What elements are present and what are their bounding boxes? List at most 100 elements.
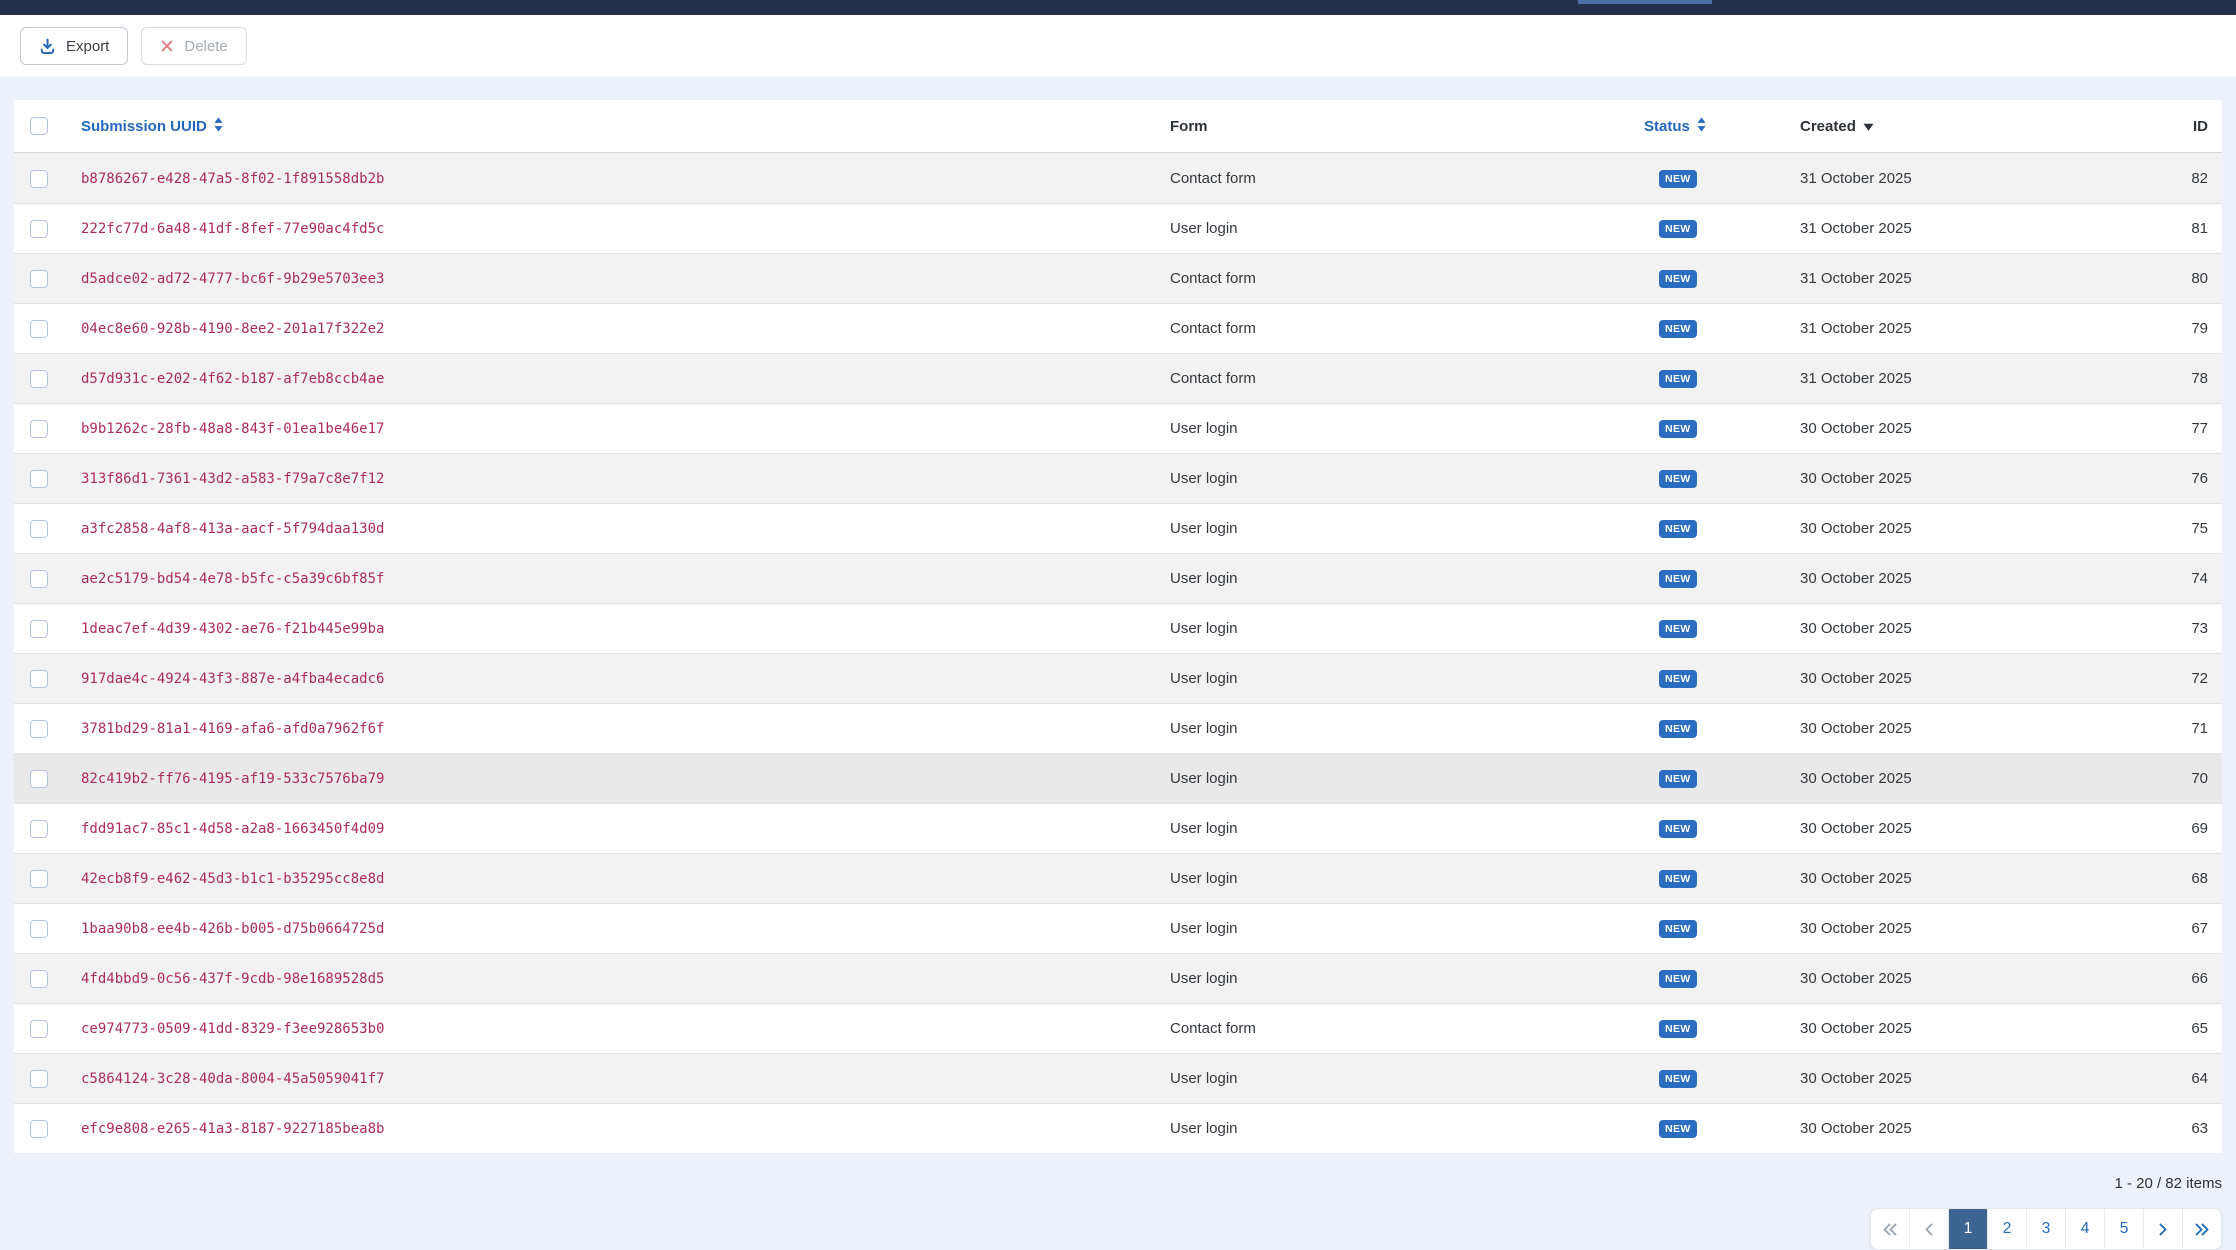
created-date: 30 October 2025 <box>1800 470 2080 487</box>
status-badge: NEW <box>1659 370 1697 388</box>
table-row[interactable]: 4fd4bbd9-0c56-437f-9cdb-98e1689528d5 Use… <box>14 953 2222 1003</box>
submission-id: 74 <box>2080 570 2222 587</box>
submission-uuid-link[interactable]: 04ec8e60-928b-4190-8ee2-201a17f322e2 <box>81 321 384 337</box>
sort-by-uuid-link[interactable]: Submission UUID <box>81 117 224 136</box>
row-uuid-cell: d57d931c-e202-4f62-b187-af7eb8ccb4ae <box>81 370 1170 387</box>
row-checkbox[interactable] <box>30 570 48 588</box>
table-row[interactable]: efc9e808-e265-41a3-8187-9227185bea8b Use… <box>14 1103 2222 1153</box>
table-row[interactable]: 917dae4c-4924-43f3-887e-a4fba4ecadc6 Use… <box>14 653 2222 703</box>
submission-uuid-link[interactable]: 917dae4c-4924-43f3-887e-a4fba4ecadc6 <box>81 671 384 687</box>
export-button[interactable]: Export <box>20 27 128 65</box>
submission-uuid-link[interactable]: 222fc77d-6a48-41df-8fef-77e90ac4fd5c <box>81 221 384 237</box>
row-status-cell: NEW <box>1644 169 1800 188</box>
table-row[interactable]: 04ec8e60-928b-4190-8ee2-201a17f322e2 Con… <box>14 303 2222 353</box>
submission-uuid-link[interactable]: efc9e808-e265-41a3-8187-9227185bea8b <box>81 1121 384 1137</box>
status-badge: NEW <box>1659 170 1697 188</box>
row-checkbox[interactable] <box>30 1120 48 1138</box>
row-checkbox[interactable] <box>30 670 48 688</box>
table-row[interactable]: d57d931c-e202-4f62-b187-af7eb8ccb4ae Con… <box>14 353 2222 403</box>
table-row[interactable]: b8786267-e428-47a5-8f02-1f891558db2b Con… <box>14 153 2222 203</box>
submission-uuid-link[interactable]: c5864124-3c28-40da-8004-45a5059041f7 <box>81 1071 384 1087</box>
submission-uuid-link[interactable]: ae2c5179-bd54-4e78-b5fc-c5a39c6bf85f <box>81 571 384 587</box>
created-date: 30 October 2025 <box>1800 570 2080 587</box>
page-button-3[interactable]: 3 <box>2026 1209 2065 1249</box>
next-page-button[interactable] <box>2143 1209 2182 1249</box>
table-row[interactable]: 222fc77d-6a48-41df-8fef-77e90ac4fd5c Use… <box>14 203 2222 253</box>
table-row[interactable]: 82c419b2-ff76-4195-af19-533c7576ba79 Use… <box>14 753 2222 803</box>
row-checkbox[interactable] <box>30 620 48 638</box>
row-checkbox[interactable] <box>30 220 48 238</box>
row-checkbox[interactable] <box>30 1070 48 1088</box>
row-checkbox[interactable] <box>30 420 48 438</box>
row-checkbox[interactable] <box>30 870 48 888</box>
row-checkbox[interactable] <box>30 920 48 938</box>
row-checkbox[interactable] <box>30 520 48 538</box>
select-all-checkbox[interactable] <box>30 117 48 135</box>
table-header-row: Submission UUID Form Status <box>14 100 2222 153</box>
row-status-cell: NEW <box>1644 819 1800 838</box>
page-button-5[interactable]: 5 <box>2104 1209 2143 1249</box>
submission-uuid-link[interactable]: 3781bd29-81a1-4169-afa6-afd0a7962f6f <box>81 721 384 737</box>
submission-uuid-link[interactable]: d57d931c-e202-4f62-b187-af7eb8ccb4ae <box>81 371 384 387</box>
submission-uuid-link[interactable]: 82c419b2-ff76-4195-af19-533c7576ba79 <box>81 771 384 787</box>
status-badge: NEW <box>1659 520 1697 538</box>
table-row[interactable]: ae2c5179-bd54-4e78-b5fc-c5a39c6bf85f Use… <box>14 553 2222 603</box>
row-checkbox[interactable] <box>30 320 48 338</box>
submission-uuid-link[interactable]: 313f86d1-7361-43d2-a583-f79a7c8e7f12 <box>81 471 384 487</box>
submission-id: 66 <box>2080 970 2222 987</box>
submission-uuid-link[interactable]: a3fc2858-4af8-413a-aacf-5f794daa130d <box>81 521 384 537</box>
sort-by-status-link[interactable]: Status <box>1644 117 1707 136</box>
row-status-cell: NEW <box>1644 1069 1800 1088</box>
row-checkbox-cell <box>14 570 81 588</box>
form-name: User login <box>1170 470 1644 487</box>
table-row[interactable]: 1baa90b8-ee4b-426b-b005-d75b0664725d Use… <box>14 903 2222 953</box>
delete-button[interactable]: Delete <box>141 27 246 65</box>
row-checkbox[interactable] <box>30 1020 48 1038</box>
row-checkbox[interactable] <box>30 370 48 388</box>
previous-page-button[interactable] <box>1909 1209 1948 1249</box>
submission-uuid-link[interactable]: 1baa90b8-ee4b-426b-b005-d75b0664725d <box>81 921 384 937</box>
status-badge: NEW <box>1659 570 1697 588</box>
table-row[interactable]: fdd91ac7-85c1-4d58-a2a8-1663450f4d09 Use… <box>14 803 2222 853</box>
table-row[interactable]: 3781bd29-81a1-4169-afa6-afd0a7962f6f Use… <box>14 703 2222 753</box>
page-button-2[interactable]: 2 <box>1987 1209 2026 1249</box>
row-checkbox[interactable] <box>30 820 48 838</box>
submission-id: 72 <box>2080 670 2222 687</box>
row-checkbox-cell <box>14 320 81 338</box>
last-page-button[interactable] <box>2182 1209 2221 1249</box>
submission-uuid-link[interactable]: b9b1262c-28fb-48a8-843f-01ea1be46e17 <box>81 421 384 437</box>
submission-uuid-link[interactable]: 1deac7ef-4d39-4302-ae76-f21b445e99ba <box>81 621 384 637</box>
row-status-cell: NEW <box>1644 269 1800 288</box>
status-badge: NEW <box>1659 220 1697 238</box>
table-row[interactable]: b9b1262c-28fb-48a8-843f-01ea1be46e17 Use… <box>14 403 2222 453</box>
submission-uuid-link[interactable]: ce974773-0509-41dd-8329-f3ee928653b0 <box>81 1021 384 1037</box>
row-checkbox[interactable] <box>30 970 48 988</box>
table-row[interactable]: c5864124-3c28-40da-8004-45a5059041f7 Use… <box>14 1053 2222 1103</box>
row-checkbox[interactable] <box>30 470 48 488</box>
table-row[interactable]: 1deac7ef-4d39-4302-ae76-f21b445e99ba Use… <box>14 603 2222 653</box>
submission-uuid-link[interactable]: 42ecb8f9-e462-45d3-b1c1-b35295cc8e8d <box>81 871 384 887</box>
page-button-1[interactable]: 1 <box>1948 1209 1987 1249</box>
row-checkbox[interactable] <box>30 770 48 788</box>
row-checkbox[interactable] <box>30 270 48 288</box>
page-button-4[interactable]: 4 <box>2065 1209 2104 1249</box>
submission-uuid-link[interactable]: d5adce02-ad72-4777-bc6f-9b29e5703ee3 <box>81 271 384 287</box>
table-row[interactable]: a3fc2858-4af8-413a-aacf-5f794daa130d Use… <box>14 503 2222 553</box>
table-row[interactable]: ce974773-0509-41dd-8329-f3ee928653b0 Con… <box>14 1003 2222 1053</box>
row-uuid-cell: 42ecb8f9-e462-45d3-b1c1-b35295cc8e8d <box>81 870 1170 887</box>
sort-by-created-control[interactable]: Created <box>1800 118 1874 135</box>
created-date: 30 October 2025 <box>1800 920 2080 937</box>
table-row[interactable]: 42ecb8f9-e462-45d3-b1c1-b35295cc8e8d Use… <box>14 853 2222 903</box>
submission-uuid-link[interactable]: b8786267-e428-47a5-8f02-1f891558db2b <box>81 171 384 187</box>
submission-uuid-link[interactable]: fdd91ac7-85c1-4d58-a2a8-1663450f4d09 <box>81 821 384 837</box>
first-page-button[interactable] <box>1871 1209 1909 1249</box>
form-name: User login <box>1170 720 1644 737</box>
table-row[interactable]: 313f86d1-7361-43d2-a583-f79a7c8e7f12 Use… <box>14 453 2222 503</box>
row-checkbox[interactable] <box>30 170 48 188</box>
submission-id: 73 <box>2080 620 2222 637</box>
table-row[interactable]: d5adce02-ad72-4777-bc6f-9b29e5703ee3 Con… <box>14 253 2222 303</box>
submission-id: 79 <box>2080 320 2222 337</box>
row-checkbox[interactable] <box>30 720 48 738</box>
row-uuid-cell: b8786267-e428-47a5-8f02-1f891558db2b <box>81 170 1170 187</box>
submission-uuid-link[interactable]: 4fd4bbd9-0c56-437f-9cdb-98e1689528d5 <box>81 971 384 987</box>
